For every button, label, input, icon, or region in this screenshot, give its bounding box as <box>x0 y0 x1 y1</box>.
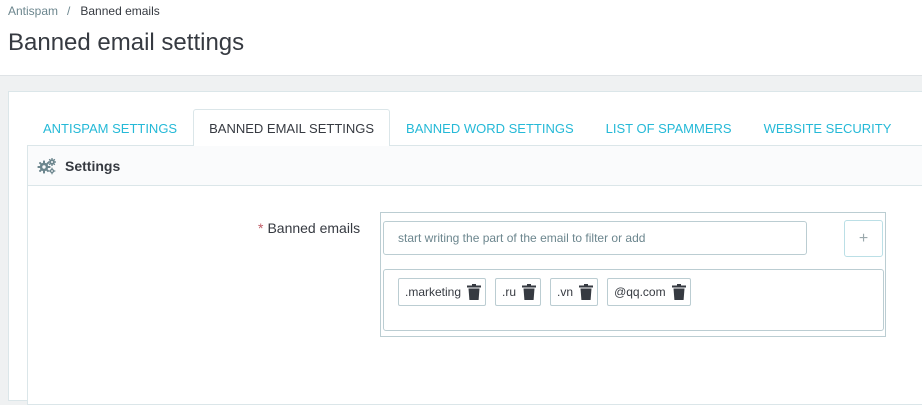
banned-emails-widget: + .marketing .ru .vn <box>380 212 886 337</box>
trash-icon[interactable] <box>671 284 686 300</box>
banned-email-label: @qq.com <box>614 285 666 299</box>
tab-website-security[interactable]: WEBSITE SECURITY <box>748 109 908 146</box>
banned-emails-label-text: Banned emails <box>267 220 361 236</box>
banned-email-tag: .vn <box>550 278 599 306</box>
add-email-button[interactable]: + <box>844 220 883 257</box>
banned-email-list: .marketing .ru .vn @qq.com <box>383 269 884 331</box>
settings-panel: Settings *Banned emails + .marketing .ru <box>27 145 922 405</box>
panel-title: Settings <box>65 157 121 174</box>
trash-icon[interactable] <box>579 284 594 300</box>
banned-email-tag: .ru <box>495 278 542 306</box>
breadcrumb-link-antispam[interactable]: Antispam <box>8 4 58 18</box>
page-header: Antispam / Banned emails Banned email se… <box>0 0 922 76</box>
trash-icon[interactable] <box>467 284 482 300</box>
email-filter-input[interactable] <box>383 221 807 255</box>
page-title: Banned email settings <box>8 29 245 56</box>
tab-list-of-spammers[interactable]: LIST OF SPAMMERS <box>590 109 748 146</box>
banned-email-label: .ru <box>502 285 517 299</box>
required-mark: * <box>258 220 264 236</box>
tab-banned-email-settings[interactable]: BANNED EMAIL SETTINGS <box>193 109 391 146</box>
tab-banned-word-settings[interactable]: BANNED WORD SETTINGS <box>390 109 590 146</box>
banned-email-label: .marketing <box>405 285 462 299</box>
banned-email-tag: .marketing <box>398 278 487 306</box>
tab-antispam-settings[interactable]: ANTISPAM SETTINGS <box>27 109 193 146</box>
trash-icon[interactable] <box>522 284 537 300</box>
breadcrumb-current: Banned emails <box>80 4 160 18</box>
tab-bar: ANTISPAM SETTINGS BANNED EMAIL SETTINGS … <box>27 109 907 146</box>
banned-email-label: .vn <box>557 285 574 299</box>
settings-card: ANTISPAM SETTINGS BANNED EMAIL SETTINGS … <box>8 91 922 405</box>
banned-emails-label: * Banned emails <box>258 220 360 236</box>
gears-icon <box>37 157 57 175</box>
breadcrumb: Antispam / Banned emails <box>8 4 160 18</box>
breadcrumb-separator: / <box>67 4 71 18</box>
panel-heading: Settings <box>28 146 922 186</box>
banned-email-tag: @qq.com <box>607 278 691 306</box>
